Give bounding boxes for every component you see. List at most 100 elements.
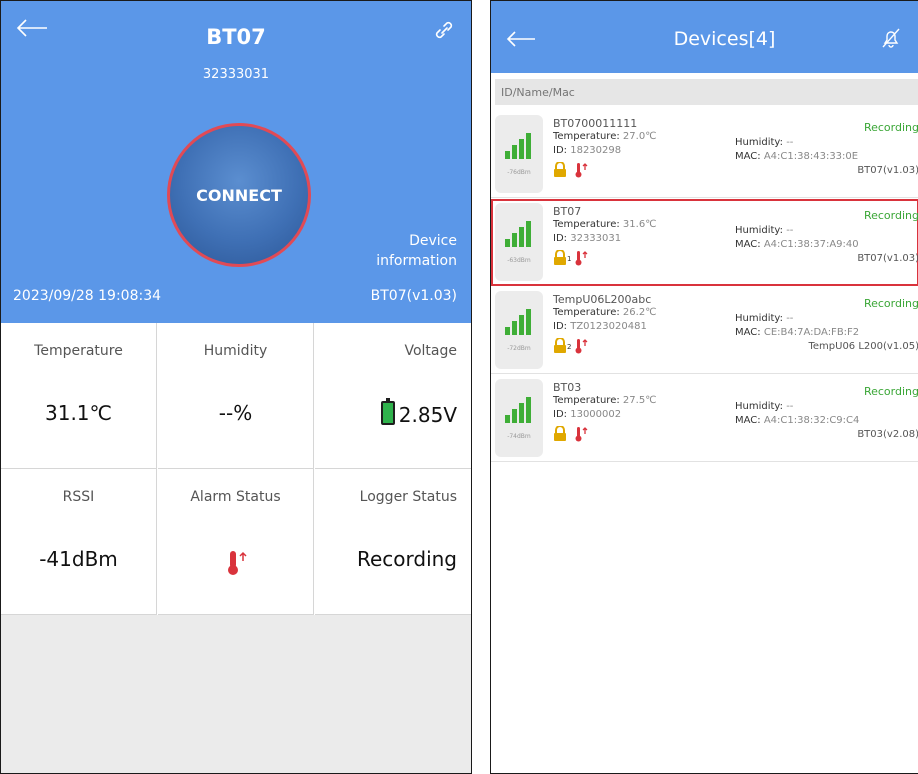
- device-id: ID: 13000002: [553, 409, 622, 420]
- device-mac: MAC: A4:C1:38:37:A9:40: [735, 239, 859, 250]
- signal-bar: [512, 233, 517, 247]
- temperature-val: 31.6℃: [622, 219, 657, 230]
- signal-bars-icon: [505, 397, 535, 423]
- signal-bar: [512, 409, 517, 423]
- signal-bar: [526, 221, 531, 247]
- device-row[interactable]: -63dBm BT07 Temperature: 31.6℃ ID: 32333031…: [491, 199, 918, 286]
- device-row[interactable]: -72dBm TempU06L200abc Temperature: 26.2℃ ID…: [491, 287, 918, 374]
- temperature-key: Temperature: [553, 307, 617, 318]
- connect-button[interactable]: CONNECT: [167, 123, 311, 267]
- voltage-label: Voltage: [404, 343, 457, 359]
- lock-number: 2: [567, 343, 572, 351]
- status-grid: Temperature 31.1℃ Humidity --% Voltage 2…: [1, 323, 471, 615]
- signal-bars-icon: [505, 309, 535, 335]
- alarm-status-label: Alarm Status: [190, 489, 281, 505]
- mac-key: MAC: [735, 415, 758, 426]
- temperature-key: Temperature: [553, 395, 617, 406]
- logger-status-label: Logger Status: [359, 489, 457, 505]
- device-humidity: Humidity: --: [735, 225, 794, 236]
- id-key: ID: [553, 145, 564, 156]
- signal-bar: [505, 151, 510, 159]
- device-humidity: Humidity: --: [735, 401, 794, 412]
- device-mac: MAC: CE:B4:7A:DA:FB:F2: [735, 327, 860, 338]
- device-name: BT07: [553, 205, 582, 218]
- lock-number: 1: [567, 255, 572, 263]
- temperature-key: Temperature: [553, 219, 617, 230]
- signal-bar: [519, 227, 524, 247]
- signal-strength: -63dBm: [495, 203, 543, 281]
- datetime: 2023/09/28 19:08:34: [13, 288, 162, 304]
- humidity-key: Humidity: [735, 137, 780, 148]
- rssi-cell: RSSI -41dBm: [1, 469, 157, 615]
- bell-off-icon[interactable]: [880, 27, 902, 49]
- device-info-line1: Device: [409, 233, 457, 249]
- mac-key: MAC: [735, 239, 758, 250]
- device-id: 32333031: [202, 67, 270, 82]
- mac-val: A4:C1:38:37:A9:40: [763, 239, 859, 250]
- id-val: TZ0123020481: [570, 321, 647, 332]
- devices-list-screen: Devices[4] -76dBmBT0700011111Temperature…: [490, 0, 918, 774]
- id-val: 13000002: [570, 409, 622, 420]
- signal-dbm: -76dBm: [507, 169, 531, 176]
- device-version: TempU06 L200(v1.05): [808, 341, 918, 352]
- id-key: ID: [553, 409, 564, 420]
- humidity-label: Humidity: [203, 343, 268, 359]
- page-title: Devices[4]: [673, 28, 776, 50]
- temperature-val: 27.5℃: [622, 395, 657, 406]
- search-input[interactable]: [495, 79, 918, 105]
- rssi-value: -41dBm: [39, 547, 118, 571]
- id-key: ID: [553, 233, 564, 244]
- signal-bar: [526, 133, 531, 159]
- humidity-value: --%: [218, 401, 253, 425]
- mac-val: A4:C1:38:43:33:0E: [763, 151, 859, 162]
- signal-strength: -74dBm: [495, 379, 543, 457]
- logger-status-cell: Logger Status Recording: [315, 469, 471, 615]
- device-info-line2: information: [376, 253, 457, 269]
- lock-icon: [554, 162, 566, 177]
- device-temperature: Temperature: 27.0℃: [553, 131, 657, 142]
- temperature-val: 26.2℃: [622, 307, 657, 318]
- signal-strength: -72dBm: [495, 291, 543, 369]
- device-mac: MAC: A4:C1:38:32:C9:C4: [735, 415, 860, 426]
- signal-bars-icon: [505, 221, 535, 247]
- logger-status: Recording: [863, 385, 918, 398]
- id-key: ID: [553, 321, 564, 332]
- device-information-link[interactable]: Device information: [376, 231, 457, 271]
- signal-bar: [512, 145, 517, 159]
- mac-val: CE:B4:7A:DA:FB:F2: [763, 327, 860, 338]
- mac-val: A4:C1:38:32:C9:C4: [763, 415, 860, 426]
- signal-bar: [519, 403, 524, 423]
- humidity-key: Humidity: [735, 225, 780, 236]
- signal-bar: [526, 397, 531, 423]
- logger-status: Recording: [863, 297, 918, 310]
- device-humidity: Humidity: --: [735, 137, 794, 148]
- device-header: BT07 32333031 CONNECT Device information…: [1, 1, 471, 323]
- device-row[interactable]: -74dBm BT03 Temperature: 27.5℃ ID: 13000002…: [491, 375, 918, 462]
- logger-status-value: Recording: [356, 547, 457, 571]
- voltage-value: 2.85V: [398, 403, 457, 427]
- signal-bar: [526, 309, 531, 335]
- signal-bars-icon: [505, 133, 535, 159]
- temperature-value: 31.1℃: [45, 401, 112, 425]
- lock-icon: [554, 426, 566, 441]
- device-temperature: Temperature: 27.5℃: [553, 395, 657, 406]
- device-name: TempU06L200abc: [553, 293, 652, 306]
- device-temperature: Temperature: 26.2℃: [553, 307, 657, 318]
- alarm-status-cell: Alarm Status: [158, 469, 314, 615]
- mac-key: MAC: [735, 151, 758, 162]
- lock-icon: [554, 250, 566, 265]
- firmware-version: BT07(v1.03): [370, 288, 457, 304]
- device-row[interactable]: -76dBm BT0700011111 Temperature: 27.0℃ ID: …: [491, 111, 918, 198]
- thermometer-alarm-icon: [575, 427, 588, 442]
- link-icon[interactable]: [433, 19, 455, 41]
- thermometer-alarm-icon: [575, 163, 588, 178]
- signal-bar: [505, 327, 510, 335]
- temperature-key: Temperature: [553, 131, 617, 142]
- page-title: BT07: [206, 25, 266, 49]
- device-version: BT03(v2.08): [857, 429, 918, 440]
- signal-dbm: -74dBm: [507, 433, 531, 440]
- temperature-label: Temperature: [34, 343, 123, 359]
- voltage-cell: Voltage 2.85V: [315, 323, 471, 469]
- humidity-val: --: [786, 137, 794, 148]
- lock-icon: [554, 338, 566, 353]
